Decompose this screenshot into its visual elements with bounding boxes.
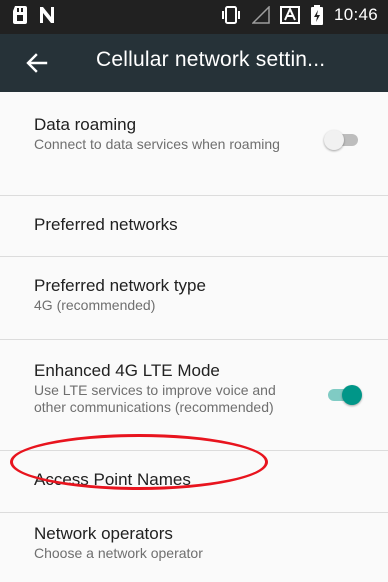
app-bar: Cellular network settin...: [0, 34, 388, 92]
page-title: Cellular network settin...: [96, 48, 326, 71]
setting-enhanced-lte[interactable]: Enhanced 4G LTE Mode Use LTE services to…: [0, 340, 388, 451]
setting-network-operators[interactable]: Network operators Choose a network opera…: [0, 512, 388, 582]
no-signal-n-icon: [40, 7, 54, 23]
enhanced-lte-title: Enhanced 4G LTE Mode: [34, 361, 220, 380]
data-roaming-summary: Connect to data services when roaming: [34, 136, 280, 152]
settings-list: Data roaming Connect to data services wh…: [0, 92, 388, 582]
status-bar: 10:46: [0, 0, 388, 34]
vibrate-icon: [221, 6, 240, 24]
sd-card-icon: [13, 6, 27, 24]
enhanced-lte-summary: Use LTE services to improve voice and ot…: [34, 382, 276, 415]
status-left-icons: [12, 6, 56, 24]
setting-preferred-network-type[interactable]: Preferred network type 4G (recommended): [0, 257, 388, 340]
setting-preferred-networks[interactable]: Preferred networks: [0, 196, 388, 257]
a-box-icon: [279, 6, 300, 24]
preferred-networks-title: Preferred networks: [34, 215, 178, 234]
signal-icon: [251, 6, 270, 24]
apn-title: Access Point Names: [34, 470, 191, 489]
setting-data-roaming[interactable]: Data roaming Connect to data services wh…: [0, 92, 388, 196]
back-button[interactable]: [22, 48, 52, 78]
network-operators-title: Network operators: [34, 524, 173, 543]
data-roaming-toggle-thumb: [324, 130, 344, 150]
status-time: 10:46: [333, 5, 378, 24]
enhanced-lte-toggle[interactable]: [324, 385, 362, 405]
network-operators-summary: Choose a network operator: [34, 545, 203, 561]
preferred-network-type-summary: 4G (recommended): [34, 297, 156, 313]
enhanced-lte-toggle-thumb: [342, 385, 362, 405]
setting-access-point-names[interactable]: Access Point Names: [0, 451, 388, 512]
battery-icon: [310, 5, 323, 25]
status-right-icons: 10:46: [220, 5, 378, 25]
preferred-network-type-title: Preferred network type: [34, 276, 206, 295]
arrow-back-icon: [26, 53, 48, 73]
data-roaming-toggle[interactable]: [324, 130, 360, 150]
